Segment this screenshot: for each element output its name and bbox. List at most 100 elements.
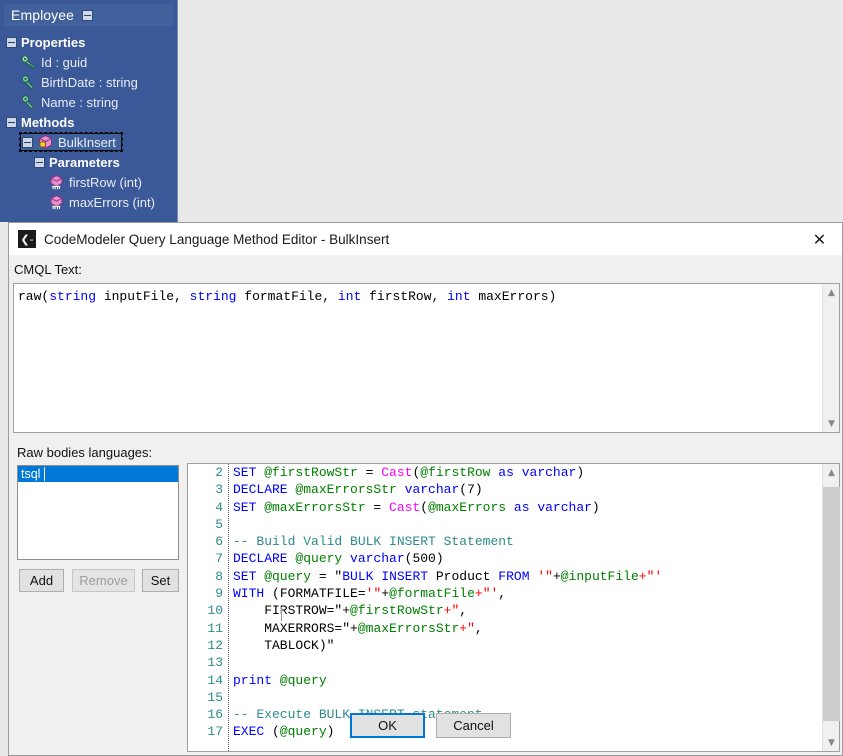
code-token: ) [326, 724, 335, 740]
key-property-icon [20, 54, 37, 70]
model-tree-window: Employee Properties Id : guid BirthDate : … [0, 0, 178, 222]
code-line[interactable]: DECLARE @query varchar(500) [233, 550, 821, 567]
text-caret [44, 467, 45, 481]
cancel-button[interactable]: Cancel [436, 713, 511, 738]
code-token: @query [279, 724, 327, 740]
code-token: ( [459, 482, 468, 498]
code-token: 7 [467, 482, 475, 498]
code-line[interactable]: FIRSTROW="+@firstRowStr+", [233, 602, 821, 619]
tree-node-label: maxErrors (int) [69, 194, 155, 210]
add-button[interactable]: Add [19, 569, 64, 592]
code-token: = [357, 465, 382, 480]
cmql-scrollbar[interactable]: ▲ ▼ [822, 284, 839, 432]
tree-node-label: BulkInsert [58, 134, 116, 150]
close-icon[interactable]: ✕ [797, 223, 842, 255]
code-token: ( [264, 724, 280, 740]
tree-node-parameters[interactable]: Parameters [0, 152, 177, 172]
code-line[interactable] [233, 516, 821, 533]
code-token: ) [474, 482, 483, 498]
code-scrollbar[interactable]: ▲ ▼ [822, 464, 840, 751]
code-token: as [513, 499, 530, 515]
code-token: EXEC [233, 724, 265, 740]
cmql-text-content[interactable]: raw(string inputFile, string formatFile,… [18, 289, 819, 304]
minus-box-icon[interactable] [82, 9, 94, 21]
code-token: SET [233, 499, 257, 515]
code-line[interactable] [233, 654, 821, 671]
code-token: = " [311, 568, 343, 584]
cmql-token: string [49, 289, 97, 304]
code-line[interactable]: TABLOCK)" [233, 637, 821, 654]
code-token: (FORMATFILE= [264, 586, 366, 602]
code-token: SET [233, 568, 257, 584]
code-line[interactable]: SET @maxErrorsStr = Cast(@maxErrors as v… [233, 499, 821, 516]
minus-box-icon[interactable] [34, 156, 45, 168]
cmql-token: firstRow, [361, 289, 448, 304]
code-content[interactable]: SET @firstRowStr = Cast(@firstRow as var… [233, 464, 821, 751]
scroll-down-icon[interactable]: ▼ [823, 415, 840, 432]
selected-node-highlight[interactable]: BulkInsert [19, 132, 123, 152]
cmql-text-editor[interactable]: raw(string inputFile, string formatFile,… [13, 283, 840, 433]
line-number: 17 [207, 724, 223, 740]
code-token: Cast [381, 465, 413, 480]
line-number: 11 [207, 620, 223, 636]
code-line[interactable]: DECLARE @maxErrorsStr varchar(7) [233, 481, 821, 498]
cmql-token: formatFile, [236, 289, 338, 304]
code-line[interactable]: -- Build Valid BULK INSERT Statement [233, 533, 821, 550]
code-token: MAXERRORS=" [233, 620, 351, 636]
language-name: tsql [21, 467, 41, 481]
list-item[interactable]: tsql [18, 466, 178, 482]
tree-node-methods[interactable]: Methods [0, 112, 177, 132]
minus-box-icon[interactable] [22, 136, 33, 148]
tree-node-label: BirthDate : string [41, 74, 138, 90]
raw-bodies-languages-list[interactable]: tsql [17, 465, 179, 560]
tree-node-birthdate-string[interactable]: BirthDate : string [0, 72, 177, 92]
tree-node-firstrow-int[interactable]: firstRow (int) [0, 172, 177, 192]
code-token: DECLARE [233, 482, 288, 498]
property-icon [20, 94, 37, 110]
cmql-token: maxErrors) [470, 289, 557, 304]
tree-node-bulkinsert[interactable]: BulkInsert [0, 132, 177, 152]
cmql-token: int [447, 289, 471, 304]
tree-node-name-string[interactable]: Name : string [0, 92, 177, 112]
set-button[interactable]: Set [142, 569, 179, 592]
tree-node-properties[interactable]: Properties [0, 32, 177, 52]
code-token: -- Build Valid BULK INSERT Statement [233, 534, 514, 550]
code-token: @maxErrors [428, 499, 507, 515]
code-line[interactable]: print @query [233, 672, 821, 689]
minus-box-icon[interactable] [6, 116, 17, 128]
code-token: = [365, 499, 390, 515]
code-token: ) [435, 551, 444, 567]
code-token: varchar [404, 482, 460, 498]
line-number: 9 [215, 586, 223, 602]
property-icon [20, 74, 37, 90]
code-token: @maxErrorsStr [287, 482, 397, 498]
code-token: +"' [638, 568, 663, 584]
code-line[interactable]: SET @firstRowStr = Cast(@firstRow as var… [233, 464, 821, 481]
code-line[interactable]: EXEC (@query) [233, 723, 821, 740]
dialog-title-bar[interactable]: ❮- CodeModeler Query Language Method Edi… [9, 223, 842, 255]
tree-node-maxerrors-int[interactable]: maxErrors (int) [0, 192, 177, 212]
code-line[interactable]: -- Execute BULK INSERT statement [233, 706, 821, 723]
scroll-up-icon[interactable]: ▲ [823, 284, 840, 301]
scrollbar-thumb[interactable] [823, 487, 840, 721]
tree-node-label: firstRow (int) [69, 174, 142, 190]
code-line[interactable]: WITH (FORMATFILE='"+@formatFile+"', [233, 585, 821, 602]
ok-button[interactable]: OK [350, 713, 425, 738]
scroll-up-icon[interactable]: ▲ [823, 464, 840, 481]
code-token: as [498, 465, 514, 480]
raw-body-code-editor[interactable]: 2 3 4 5 6 7 8 9 10 11 12 13 14 15 16 17 SET @firstRowSt… [187, 463, 840, 752]
code-line[interactable]: MAXERRORS="+@maxErrorsStr+", [233, 620, 821, 637]
tree-node-id-guid[interactable]: Id : guid [0, 52, 177, 72]
code-line[interactable] [233, 689, 821, 706]
code-token: print [233, 672, 273, 688]
code-token: , [474, 620, 483, 636]
code-token: SET [233, 465, 257, 480]
minus-box-icon[interactable] [6, 36, 17, 48]
scroll-down-icon[interactable]: ▼ [823, 734, 840, 751]
line-number: 13 [207, 655, 223, 671]
dialog-title: CodeModeler Query Language Method Editor… [44, 231, 390, 247]
code-token: @maxErrorsStr [256, 499, 366, 515]
code-line[interactable]: SET @query = "BULK INSERT Product FROM '… [233, 568, 821, 585]
code-token: TABLOCK)" [233, 637, 335, 653]
